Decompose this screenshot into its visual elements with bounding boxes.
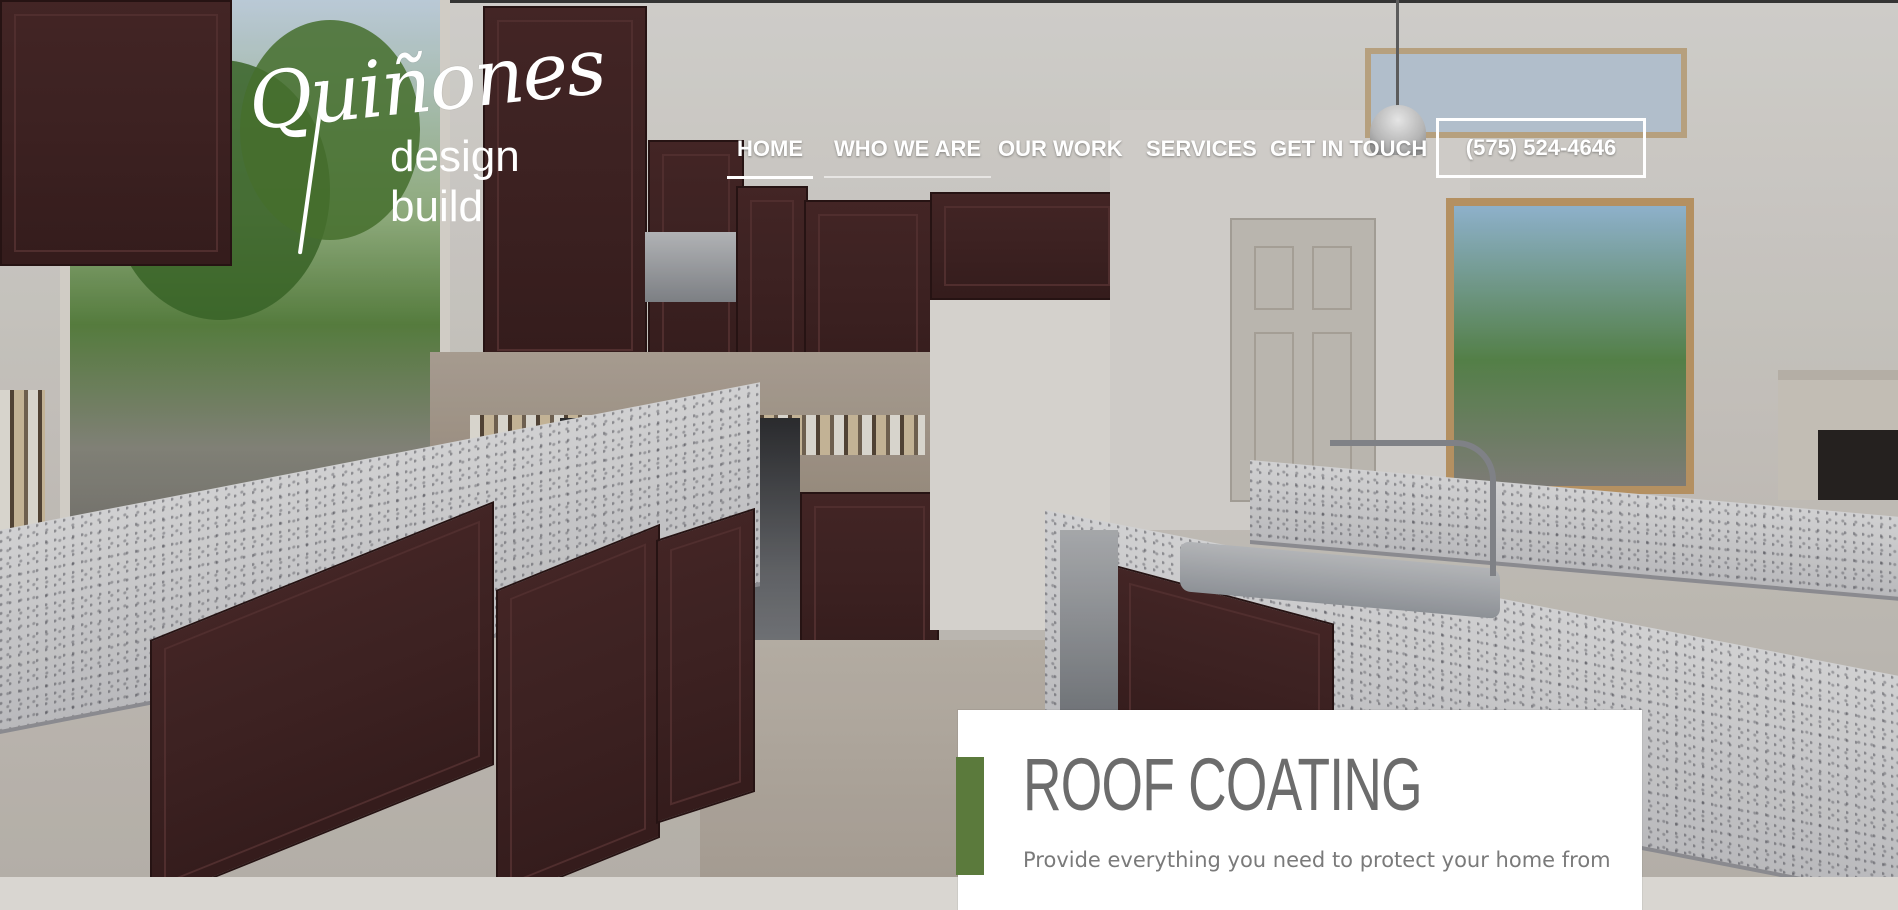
main-navigation: HOME WHO WE ARE OUR WORK SERVICES GET IN… [0,0,1898,180]
nav-services-label: SERVICES [1146,136,1257,161]
service-card-title: ROOF COATING [1023,743,1423,826]
nav-home-label: HOME [737,136,803,161]
phone-button[interactable]: (575) 524-4646 [1436,118,1646,178]
service-card-text: Provide everything you need to protect y… [1023,848,1611,872]
nav-get-in-touch-label: GET IN TOUCH [1270,136,1428,161]
service-card-accent-bar [956,757,984,875]
nav-our-work[interactable]: OUR WORK [998,136,1123,176]
nav-services[interactable]: SERVICES [1146,136,1257,176]
phone-number: (575) 524-4646 [1465,135,1617,160]
nav-get-in-touch[interactable]: GET IN TOUCH [1270,136,1427,176]
nav-our-work-label: OUR WORK [998,136,1123,161]
nav-hover-underline [824,176,992,178]
nav-who-we-are[interactable]: WHO WE ARE [824,136,992,178]
nav-who-we-are-label: WHO WE ARE [834,136,982,161]
nav-home[interactable]: HOME [727,136,813,179]
nav-active-underline [727,176,813,179]
